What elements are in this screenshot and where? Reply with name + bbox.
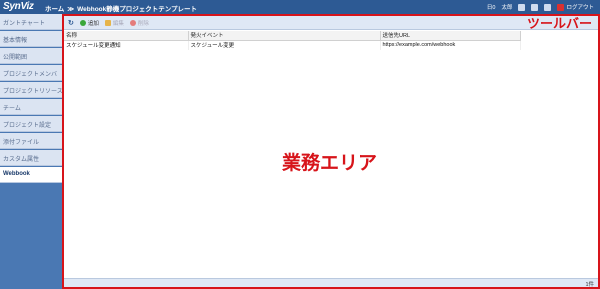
sidebar-item-webhook[interactable]: Webbook bbox=[0, 167, 62, 183]
refresh-icon[interactable]: ↻ bbox=[68, 19, 74, 27]
header-item-user[interactable]: 太郎 bbox=[501, 3, 512, 11]
menu-icon[interactable] bbox=[544, 3, 552, 11]
sidebar-item-settings[interactable]: プロジェクト設定 bbox=[0, 116, 62, 132]
record-count: 1件 bbox=[585, 282, 594, 288]
delete-icon bbox=[129, 19, 136, 26]
delete-button[interactable]: 削除 bbox=[129, 19, 149, 27]
breadcrumb-home-link[interactable]: ホーム bbox=[45, 6, 64, 13]
sidebar-item-members[interactable]: プロジェクトメンバ bbox=[0, 65, 62, 81]
column-header-event[interactable]: 発火イベント bbox=[188, 31, 381, 41]
add-label: 追加 bbox=[87, 20, 99, 27]
header-bar: SynViz ホーム ≫ Webhook静機プロジェクトテンプレート 日0 太郎 ロ… bbox=[0, 0, 600, 14]
delete-label: 削除 bbox=[137, 20, 149, 27]
logout-label: ログアウト bbox=[566, 5, 594, 11]
cell-url: https://example.com/webhook bbox=[380, 40, 521, 50]
add-icon bbox=[79, 19, 86, 26]
home-icon[interactable] bbox=[518, 3, 526, 11]
app-logo[interactable]: SynViz bbox=[3, 1, 34, 12]
main-area: ↻ 追加 編集 削除 ツールバー 名称 発火イベント 送信先URL スケジュール… bbox=[62, 14, 600, 289]
add-button[interactable]: 追加 bbox=[79, 19, 99, 27]
sidebar-item-attachments[interactable]: 添付ファイル bbox=[0, 133, 62, 149]
main-area-annotation: 業務エリア bbox=[282, 153, 378, 174]
breadcrumb: ホーム ≫ Webhook静機プロジェクトテンプレート bbox=[45, 3, 197, 13]
table-header-row: 名称 発火イベント 送信先URL bbox=[64, 31, 521, 41]
logout-button[interactable]: ログアウト bbox=[557, 3, 594, 11]
sidebar-item-visibility[interactable]: 公開範囲 bbox=[0, 48, 62, 64]
edit-button[interactable]: 編集 bbox=[104, 19, 124, 27]
logout-icon bbox=[557, 3, 565, 11]
edit-icon bbox=[104, 19, 111, 26]
calendar-icon[interactable] bbox=[531, 3, 539, 11]
sidebar-item-gantt[interactable]: ガントチャート bbox=[0, 14, 62, 30]
cell-name: スケジュール変更通知 bbox=[64, 40, 189, 50]
toolbar: ↻ 追加 編集 削除 ツールバー bbox=[64, 16, 598, 31]
status-bar: 1件 bbox=[64, 278, 598, 288]
breadcrumb-current: Webhook静機プロジェクトテンプレート bbox=[77, 6, 198, 13]
toolbar-annotation: ツールバー bbox=[526, 16, 592, 31]
column-header-name[interactable]: 名称 bbox=[64, 31, 189, 41]
sidebar-item-custom-attributes[interactable]: カスタム属性 bbox=[0, 150, 62, 166]
cell-event: スケジュール変更 bbox=[188, 40, 381, 50]
sidebar-item-basic-info[interactable]: 基本情報 bbox=[0, 31, 62, 47]
table-row[interactable]: スケジュール変更通知 スケジュール変更 https://example.com/… bbox=[64, 40, 521, 50]
sidebar-item-resources[interactable]: プロジェクトリソース bbox=[0, 82, 62, 98]
webhook-table: 名称 発火イベント 送信先URL スケジュール変更通知 スケジュール変更 htt… bbox=[64, 31, 521, 50]
sidebar: ガントチャート 基本情報 公開範囲 プロジェクトメンバ プロジェクトリソース チ… bbox=[0, 14, 62, 289]
header-right: 日0 太郎 ログアウト bbox=[487, 3, 594, 11]
breadcrumb-separator: ≫ bbox=[67, 6, 75, 13]
sidebar-item-team[interactable]: チーム bbox=[0, 99, 62, 115]
edit-label: 編集 bbox=[112, 20, 124, 27]
column-header-url[interactable]: 送信先URL bbox=[380, 31, 521, 41]
header-item-date[interactable]: 日0 bbox=[487, 3, 496, 11]
